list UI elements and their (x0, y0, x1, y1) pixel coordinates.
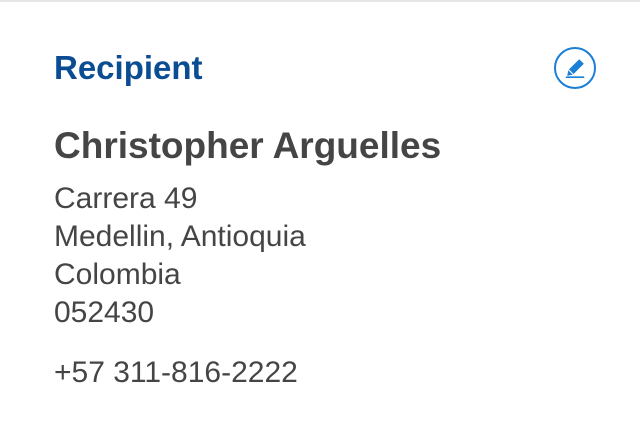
pencil-icon (565, 59, 585, 78)
recipient-name: Christopher Arguelles (54, 125, 442, 166)
address-city-region: Medellin, Antioquia (54, 220, 306, 253)
recipient-card: Recipient Christopher Arguelles Carrera … (0, 2, 640, 437)
edit-recipient-button[interactable] (554, 47, 596, 89)
address-country: Colombia (54, 258, 181, 291)
recipient-phone: +57 311-816-2222 (54, 356, 298, 389)
address-postal-code: 052430 (54, 296, 155, 329)
address-street: Carrera 49 (54, 182, 198, 215)
recipient-address: Carrera 49 Medellin, Antioquia Colombia … (54, 180, 594, 332)
section-title: Recipient (54, 49, 203, 86)
